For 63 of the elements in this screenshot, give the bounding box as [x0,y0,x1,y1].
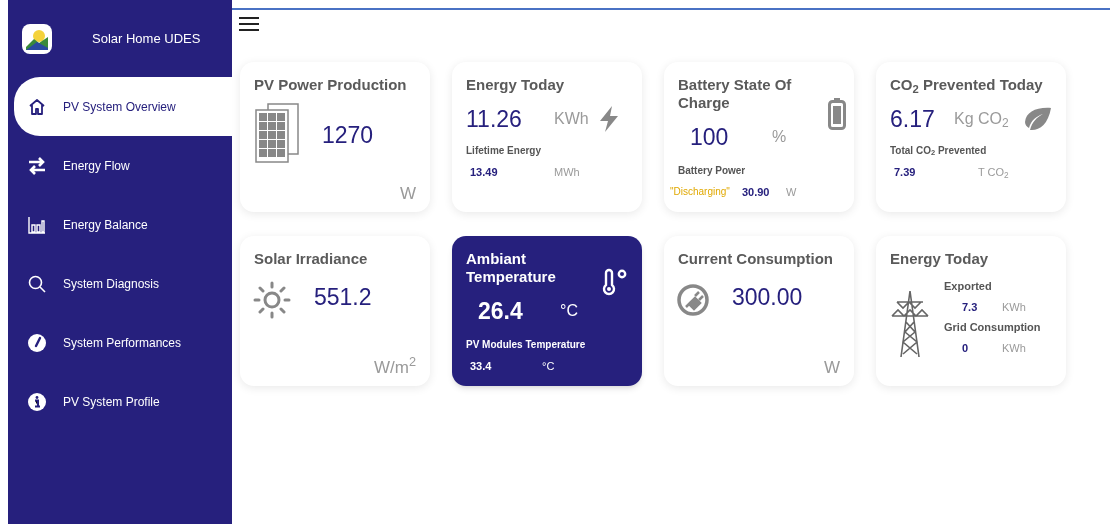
detail-label: Total CO$_{2}$ Prevented [890,143,988,158]
sidebar-item[interactable]: Energy Flow [14,136,232,195]
card-title: Energy Today [466,76,566,94]
unit-text: W/m$^{2}$ [373,354,416,379]
app-title: Solar Home UDES [92,29,201,48]
menu-icon [239,17,259,31]
unit-text: W [823,356,840,379]
detail-label: Grid Consumption [944,320,1041,335]
sun-icon [252,280,292,320]
unit-text: °C [560,301,578,322]
battery-icon [828,98,846,130]
sidebar-item[interactable]: Energy Balance [14,195,232,254]
detail-value: 7.3 [962,299,979,315]
unit-text: KWh [554,109,589,130]
unit-text: % [772,127,787,148]
detail-value: 33.4 [470,358,493,374]
gauge-icon [27,332,47,353]
value-text: 6.17 [890,105,936,134]
detail-unit: MWh [554,164,580,180]
sidebar-item[interactable]: PV System Profile [14,372,232,431]
lightning-bolt-icon [598,106,620,133]
card-title: CO$_{2}$ Prevented Today [890,76,1044,94]
bar-chart-icon [27,214,47,235]
card-title: Solar Irradiance [254,250,369,268]
detail-value: 30.90 [741,184,771,200]
unit-text: W [399,182,416,205]
detail-label: PV Modules Temperature [466,337,587,352]
menu-button[interactable] [239,16,261,32]
unit-text: Kg CO$_{2}$ [954,109,1009,132]
detail-label: Exported [944,279,993,294]
detail-unit: T CO$_{2}$ [978,164,1009,180]
detail-unit: °C [542,358,555,374]
search-icon [27,273,47,294]
thermometer-icon [602,268,628,296]
value-text: 26.4 [478,297,524,326]
detail-unit: KWh [1002,299,1026,315]
sidebar-item[interactable]: System Diagnosis [14,254,232,313]
power-tower-icon [890,290,930,358]
detail-value: 0 [962,340,970,356]
card-title: Current Consumption [678,250,834,268]
card-title: Battery State Of Charge [678,76,793,112]
card-title: PV Power Production [254,76,408,94]
detail-label: Battery Power [678,163,747,178]
value-text: 300.00 [732,283,803,312]
detail-unit: W [785,184,797,200]
value-text: 11.26 [466,105,523,134]
value-text: 1270 [322,121,374,150]
status-text: "Discharging" [670,185,730,200]
sidebar-item[interactable]: System Performances [14,313,232,372]
info-icon [27,391,47,412]
sidebar-item[interactable]: PV System Overview [14,77,232,136]
detail-label: Lifetime Energy [466,143,543,158]
card-title: Energy Today [890,250,990,268]
detail-value: 13.49 [470,164,499,180]
arrows-icon [27,155,47,176]
solar-panel-icon [254,102,300,164]
logo-icon [22,23,52,54]
value-text: 551.2 [314,283,372,312]
card-title: Ambiant Temperature [466,250,557,286]
detail-unit: KWh [1002,340,1026,356]
value-text: 100 [690,123,730,152]
home-icon [27,96,47,117]
detail-value: 7.39 [894,164,917,180]
